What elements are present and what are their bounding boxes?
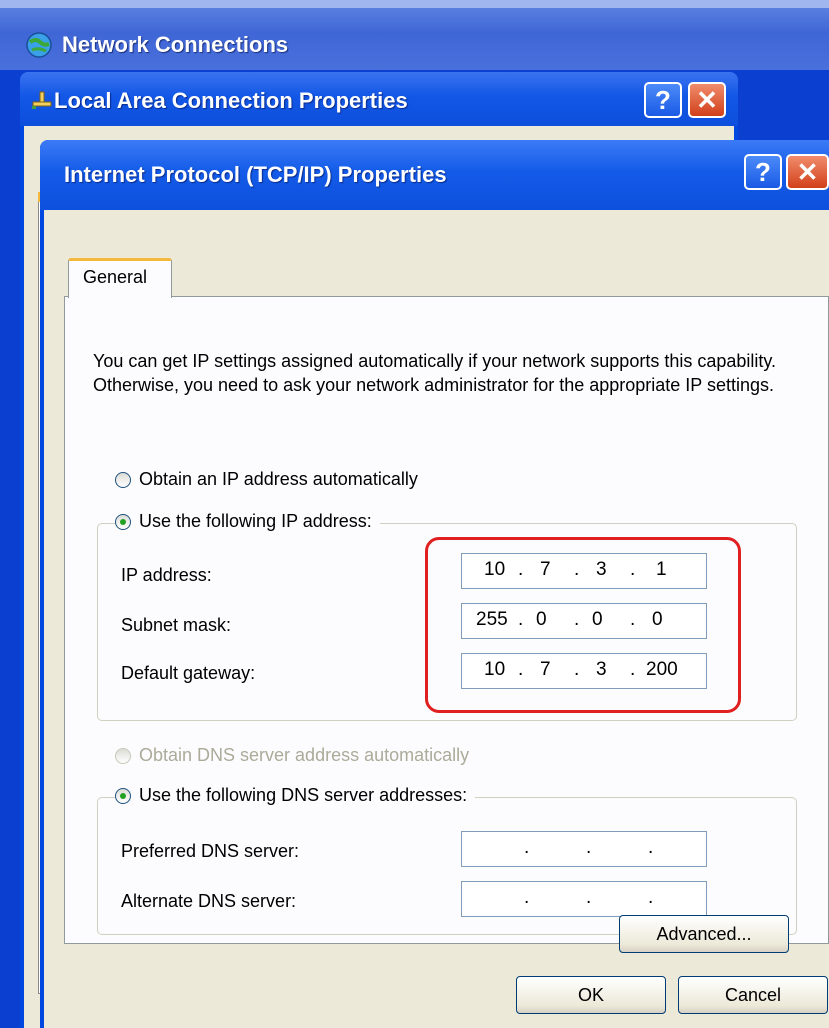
alternate-dns-label: Alternate DNS server: (121, 891, 297, 911)
dns-manual-label: Use the following DNS server addresses: (139, 785, 468, 805)
cancel-button[interactable]: Cancel (678, 976, 828, 1014)
network-connections-title: Network Connections (62, 32, 289, 57)
lac-close-button[interactable]: ✕ (688, 82, 726, 118)
advanced-button[interactable]: Advanced... (619, 915, 789, 953)
help-button[interactable]: ? (744, 154, 782, 190)
preferred-dns-field[interactable]: . . . (461, 831, 707, 867)
ip-auto-label: Obtain an IP address automatically (139, 469, 418, 489)
ip-manual-label: Use the following IP address: (139, 511, 372, 531)
radio-disabled-icon (115, 747, 131, 764)
close-icon: ✕ (796, 157, 819, 187)
ip-manual-radio[interactable]: Use the following IP address: (115, 511, 380, 532)
ok-button[interactable]: OK (516, 976, 666, 1014)
close-button[interactable]: ✕ (786, 154, 829, 190)
network-globe-icon (26, 32, 52, 58)
tcpip-titlebar[interactable]: Internet Protocol (TCP/IP) Properties ? … (40, 140, 829, 210)
subnet-mask-label: Subnet mask: (121, 615, 232, 635)
network-connections-titlebar[interactable]: Network Connections (0, 0, 829, 70)
preferred-dns-label: Preferred DNS server: (121, 841, 300, 861)
dns-manual-radio[interactable]: Use the following DNS server addresses: (115, 785, 476, 806)
dialog-body: General You can get IP settings assigned… (44, 210, 829, 1028)
radio-unchecked-icon (115, 471, 131, 488)
radio-checked-icon (115, 787, 131, 804)
ip-address-label: IP address: (121, 565, 212, 585)
lac-properties-titlebar[interactable]: Local Area Connection Properties ? ✕ (20, 72, 738, 126)
ip-auto-radio[interactable]: Obtain an IP address automatically (115, 469, 418, 490)
lac-help-button[interactable]: ? (644, 82, 682, 118)
dns-auto-label: Obtain DNS server address automatically (139, 745, 470, 765)
tab-general[interactable]: General (68, 258, 172, 298)
dialog-title: Internet Protocol (TCP/IP) Properties (64, 162, 447, 187)
radio-checked-icon (115, 513, 131, 530)
dns-auto-radio[interactable]: Obtain DNS server address automatically (115, 745, 469, 766)
description-text: You can get IP settings assigned automat… (93, 351, 777, 395)
network-adapter-icon (32, 91, 52, 109)
alternate-dns-field[interactable]: . . . (461, 881, 707, 917)
ip-fields-highlight-annotation (425, 537, 741, 713)
lac-properties-title: Local Area Connection Properties (54, 88, 408, 113)
general-tab-panel: You can get IP settings assigned automat… (64, 296, 829, 953)
tab-general-label: General (83, 267, 148, 287)
tcpip-properties-dialog: Internet Protocol (TCP/IP) Properties ? … (40, 140, 829, 1028)
default-gateway-label: Default gateway: (121, 663, 256, 683)
